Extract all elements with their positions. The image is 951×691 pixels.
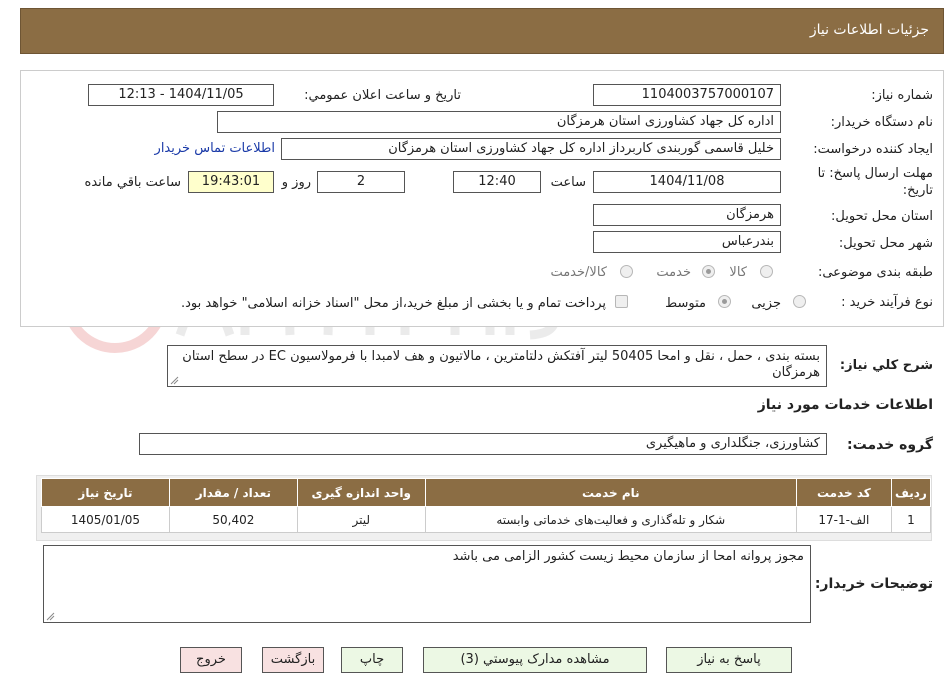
category-goods-service-label: کالا/خدمت (550, 265, 607, 280)
remaining-time-field[interactable]: 19:43:01 (188, 171, 274, 193)
table-row[interactable]: 1 الف-1-17 شکار و تله‌گذاری و فعالیت‌های… (41, 506, 932, 533)
buyer-notes-textarea[interactable]: مجوز پروانه امحا از سازمان محیط زیست کشو… (43, 545, 811, 623)
page-header: جزئیات اطلاعات نیاز (20, 8, 944, 54)
request-creator-field[interactable]: خلیل قاسمی گوربندی کاربرداز اداره کل جها… (281, 138, 781, 160)
description-text: بسته بندی ، حمل ، نقل و امحا 50405 لیتر … (182, 349, 820, 380)
resize-grip-icon[interactable] (170, 376, 179, 385)
buyer-notes-text: مجوز پروانه امحا از سازمان محیط زیست کشو… (452, 549, 804, 564)
buyer-org-label: نام دستگاه خریدار: (830, 115, 933, 130)
table-cell: 50,402 (168, 506, 298, 533)
service-group-field[interactable]: کشاورزی، جنگلداری و ماهیگیری (139, 433, 827, 455)
need-number-field[interactable]: 1104003757000107 (593, 84, 781, 106)
announce-datetime-label: تاریخ و ساعت اعلان عمومي: (304, 88, 461, 103)
page-title: جزئیات اطلاعات نیاز (809, 22, 929, 38)
city-field[interactable]: بندرعباس (593, 231, 781, 253)
view-attachments-button[interactable]: مشاهده مدارک پیوستي (3) (423, 647, 647, 673)
column-header: تعداد / مقدار (168, 478, 298, 507)
reply-to-need-button[interactable]: پاسخ به نیاز (666, 647, 792, 673)
category-service-label: خدمت (656, 265, 691, 280)
buyer-org-field[interactable]: اداره کل جهاد کشاورزی استان هرمزگان (217, 111, 781, 133)
deadline-date-field[interactable]: 1404/11/08 (593, 171, 781, 193)
buyer-contact-link[interactable]: اطلاعات تماس خریدار (155, 141, 275, 156)
remaining-time-label: ساعت باقي مانده (84, 175, 181, 190)
back-button[interactable]: بازگشت (262, 647, 324, 673)
category-label: طبقه بندی موضوعی: (817, 265, 933, 280)
category-goods-radio[interactable] (760, 265, 773, 278)
category-goods-service-radio[interactable] (620, 265, 633, 278)
column-header: کد خدمت (795, 478, 892, 507)
resize-grip-icon[interactable] (46, 612, 55, 621)
column-header: تاریخ نیاز (41, 478, 170, 507)
deadline-time-field[interactable]: 12:40 (453, 171, 541, 193)
table-cell: لیتر (296, 506, 426, 533)
city-label: شهر محل تحویل: (838, 236, 933, 251)
services-section-title: اطلاعات خدمات مورد نیاز (757, 397, 933, 413)
table-cell: الف-1-17 (795, 506, 892, 533)
category-service-radio[interactable] (702, 265, 715, 278)
purchase-process-label: نوع فرآیند خرید : (841, 295, 933, 310)
remaining-days-field[interactable]: 2 (317, 171, 405, 193)
column-header: واحد اندازه گیری (296, 478, 426, 507)
treasury-payment-note: پرداخت تمام و یا بخشی از مبلغ خرید،از مح… (181, 296, 606, 311)
province-field[interactable]: هرمزگان (593, 204, 781, 226)
table-cell: 1405/01/05 (41, 506, 170, 533)
deadline-time-label: ساعت (550, 175, 586, 190)
table-cell: شکار و تله‌گذاری و فعالیت‌های خدماتی واب… (424, 506, 797, 533)
process-medium-radio[interactable] (718, 295, 731, 308)
category-goods-label: کالا (729, 265, 747, 280)
column-header: نام خدمت (424, 478, 797, 507)
process-medium-label: متوسط (665, 296, 706, 311)
table-cell: 1 (890, 506, 932, 533)
deadline-label: مهلت ارسال پاسخ: تا تاریخ: (817, 166, 933, 198)
announce-datetime-field[interactable]: 1404/11/05 - 12:13 (88, 84, 274, 106)
services-table-header: ردیف کد خدمت نام خدمت واحد اندازه گیری ت… (41, 478, 932, 507)
exit-button[interactable]: خروج (180, 647, 242, 673)
days-and-label: روز و (281, 175, 311, 190)
description-label: شرح کلي نیاز: (839, 358, 933, 373)
buyer-notes-label: توضیحات خریدار: (814, 576, 933, 592)
need-details-panel (20, 70, 944, 327)
process-minor-radio[interactable] (793, 295, 806, 308)
description-textarea[interactable]: بسته بندی ، حمل ، نقل و امحا 50405 لیتر … (167, 345, 827, 387)
service-group-label: گروه خدمت: (847, 437, 933, 453)
column-header: ردیف (890, 478, 932, 507)
province-label: استان محل تحویل: (831, 209, 933, 224)
process-minor-label: جزیی (751, 296, 781, 311)
request-creator-label: ایجاد کننده درخواست: (813, 142, 933, 157)
treasury-payment-checkbox[interactable] (615, 295, 628, 308)
need-number-label: شماره نیاز: (871, 88, 933, 103)
print-button[interactable]: چاپ (341, 647, 403, 673)
services-table: ردیف کد خدمت نام خدمت واحد اندازه گیری ت… (41, 478, 932, 533)
